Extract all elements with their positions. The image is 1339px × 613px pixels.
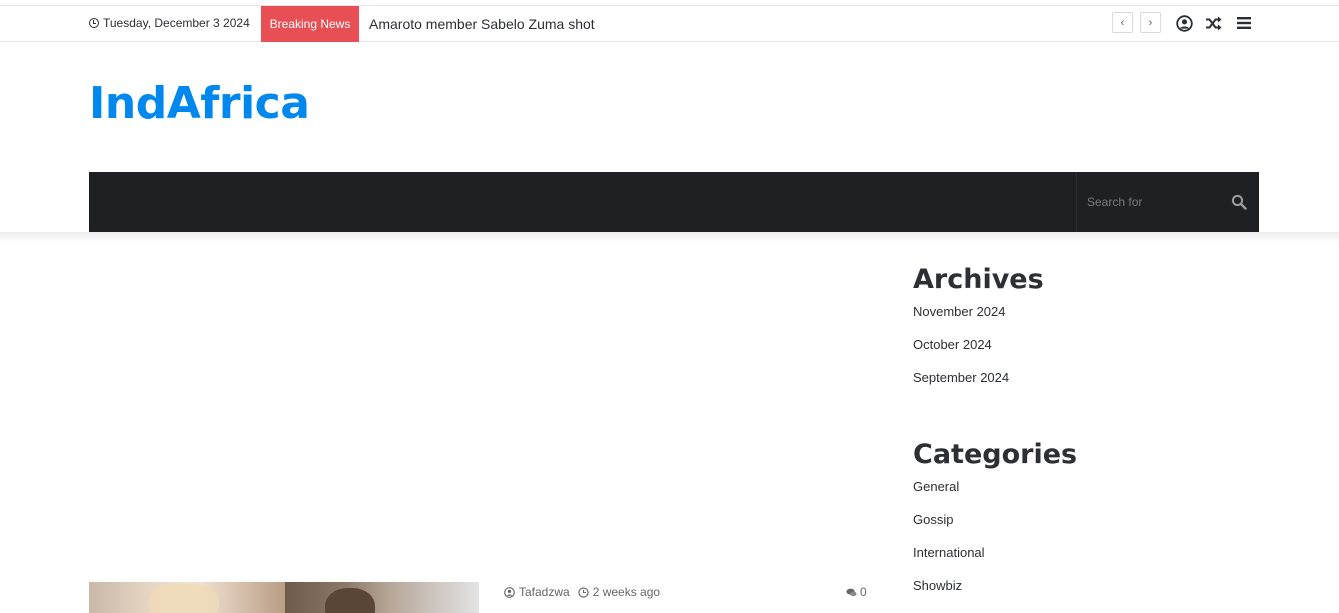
category-link-showbiz[interactable]: Showbiz xyxy=(913,578,962,593)
post-comments[interactable]: 0 xyxy=(846,585,867,599)
date-text: Tuesday, December 3 2024 xyxy=(103,16,250,30)
user-icon[interactable] xyxy=(1175,14,1193,32)
chevron-right-icon: › xyxy=(1148,16,1153,29)
top-bar: Tuesday, December 3 2024 Breaking News A… xyxy=(0,5,1339,42)
post-thumbnail[interactable] xyxy=(89,582,479,613)
search-icon[interactable] xyxy=(1231,194,1247,210)
chevron-left-icon: ‹ xyxy=(1120,16,1125,29)
search-input[interactable] xyxy=(1087,192,1227,212)
breaking-news-headline[interactable]: Amaroto member Sabelo Zuma shot xyxy=(369,16,595,32)
shuffle-icon[interactable] xyxy=(1204,14,1222,32)
post-time: 2 weeks ago xyxy=(592,585,661,599)
category-link-general[interactable]: General xyxy=(913,479,959,494)
main-nav-bar xyxy=(89,172,1259,232)
comments-icon xyxy=(846,588,857,596)
site-logo[interactable]: IndAfrica xyxy=(89,78,310,129)
archives-title: Archives xyxy=(913,264,1044,295)
categories-title: Categories xyxy=(913,439,1078,470)
current-date: Tuesday, December 3 2024 xyxy=(89,16,250,30)
thumbnail-photo-left xyxy=(89,582,285,613)
category-link-gossip[interactable]: Gossip xyxy=(913,512,953,527)
clock-icon xyxy=(89,18,99,28)
archive-link-september-2024[interactable]: September 2024 xyxy=(913,370,1009,385)
author-icon xyxy=(504,586,515,598)
thumbnail-photo-right xyxy=(285,582,479,613)
ticker-prev-button[interactable]: ‹ xyxy=(1112,12,1133,33)
comments-count: 0 xyxy=(860,585,867,599)
post-author[interactable]: Tafadzwa xyxy=(519,585,570,599)
ticker-next-button[interactable]: › xyxy=(1140,12,1161,33)
clock-icon xyxy=(578,586,589,598)
post-meta: Tafadzwa 2 weeks ago xyxy=(504,585,660,599)
archive-link-october-2024[interactable]: October 2024 xyxy=(913,337,992,352)
archive-link-november-2024[interactable]: November 2024 xyxy=(913,304,1006,319)
category-link-international[interactable]: International xyxy=(913,545,985,560)
breaking-news-label: Breaking News xyxy=(261,6,359,42)
menu-icon[interactable] xyxy=(1235,14,1253,32)
search-box xyxy=(1076,172,1259,232)
nav-shadow xyxy=(0,232,1339,242)
